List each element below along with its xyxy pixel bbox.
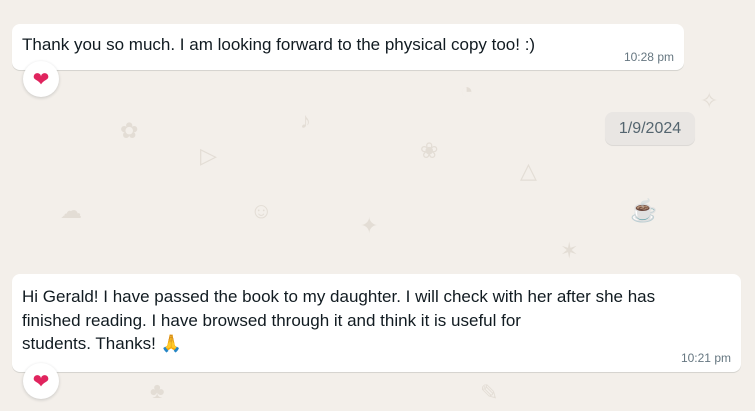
message-reaction[interactable]: ❤	[23, 363, 59, 399]
message-timestamp: 10:28 pm	[623, 50, 674, 64]
heart-icon: ❤	[32, 369, 50, 393]
message-text-line: Hi Gerald! I have passed the book to my …	[22, 287, 656, 306]
doodle-icon: ✦	[360, 213, 379, 238]
folded-hands-icon: 🙏	[160, 334, 182, 354]
message-bubble-incoming[interactable]: Thank you so much. I am looking forward …	[12, 24, 684, 70]
doodle-icon: ✎	[480, 380, 499, 405]
doodle-icon: ♪	[300, 108, 311, 133]
doodle-icon: ❀	[420, 138, 439, 163]
message-text-line: finished reading. I have browsed through…	[22, 310, 521, 330]
doodle-icon: ✿	[120, 118, 139, 143]
date-separator: 1/9/2024	[605, 112, 695, 145]
doodle-icon: ▷	[200, 143, 217, 168]
heart-icon: ❤	[32, 67, 50, 91]
doodle-icon: ✧	[700, 88, 719, 113]
message-text-fragment: students. Thanks!	[22, 334, 161, 353]
doodle-icon: ♣	[150, 378, 165, 403]
message-text-line: students. Thanks! 🙏	[22, 332, 731, 357]
doodle-icon: △	[520, 158, 537, 183]
doodle-icon: ☺	[250, 198, 273, 223]
doodle-icon: ☁	[60, 198, 82, 223]
message-reaction[interactable]: ❤	[23, 61, 59, 97]
doodle-icon: ☕	[630, 198, 658, 223]
message-bubble-incoming[interactable]: Hi Gerald! I have passed the book to my …	[12, 274, 741, 372]
message-text: Hi Gerald! I have passed the book to my …	[22, 285, 731, 357]
doodle-icon: ◔	[460, 78, 474, 103]
message-timestamp: 10:21 pm	[680, 351, 731, 365]
message-text: Thank you so much. I am looking forward …	[22, 35, 536, 54]
doodle-icon: ✶	[560, 238, 579, 263]
